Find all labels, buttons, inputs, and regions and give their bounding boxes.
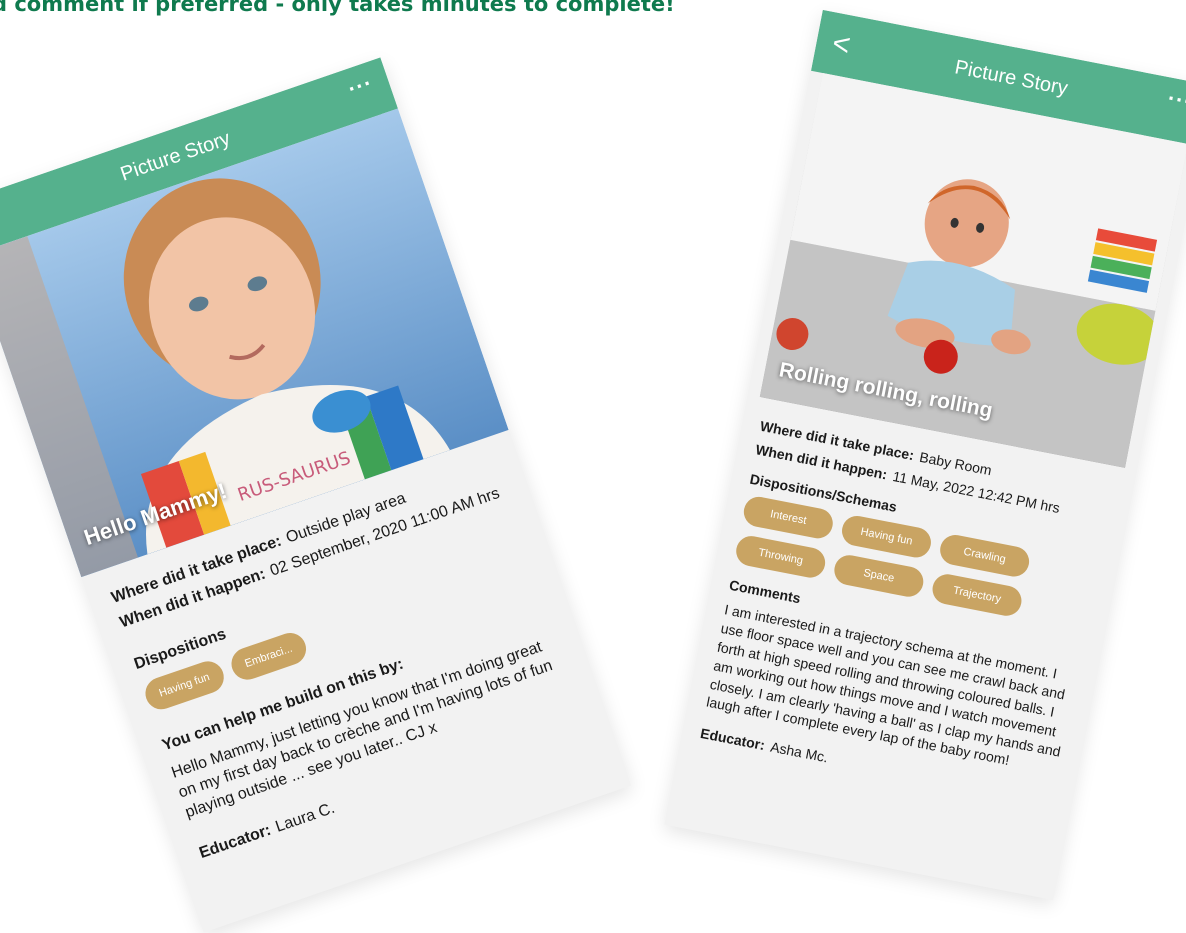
educator-label: Educator: — [699, 725, 767, 754]
promo-banner-text: d comment if preferred - only takes minu… — [0, 0, 675, 16]
more-options-icon[interactable]: ... — [1167, 80, 1186, 110]
picture-story-card-left: < Picture Story ... RUS-SAURUS Hello Mam… — [0, 57, 632, 933]
story-details: Where did it take place: Baby Room When … — [678, 395, 1137, 833]
comments-text: I am interested in a trajectory schema a… — [705, 601, 1067, 769]
schema-chip[interactable]: Space — [831, 552, 926, 600]
schema-chip[interactable]: Throwing — [733, 533, 828, 581]
schema-chip[interactable]: Trajectory — [929, 571, 1025, 619]
picture-story-card-right: < Picture Story ... Rolling rolling, rol… — [664, 9, 1186, 901]
schema-chip[interactable]: Having fun — [839, 513, 934, 560]
schema-chip[interactable]: Crawling — [937, 532, 1032, 580]
educator-label: Educator: — [197, 822, 274, 863]
story-photo[interactable]: Rolling rolling, rolling — [759, 72, 1186, 468]
schema-chip[interactable]: Interest — [741, 494, 836, 541]
